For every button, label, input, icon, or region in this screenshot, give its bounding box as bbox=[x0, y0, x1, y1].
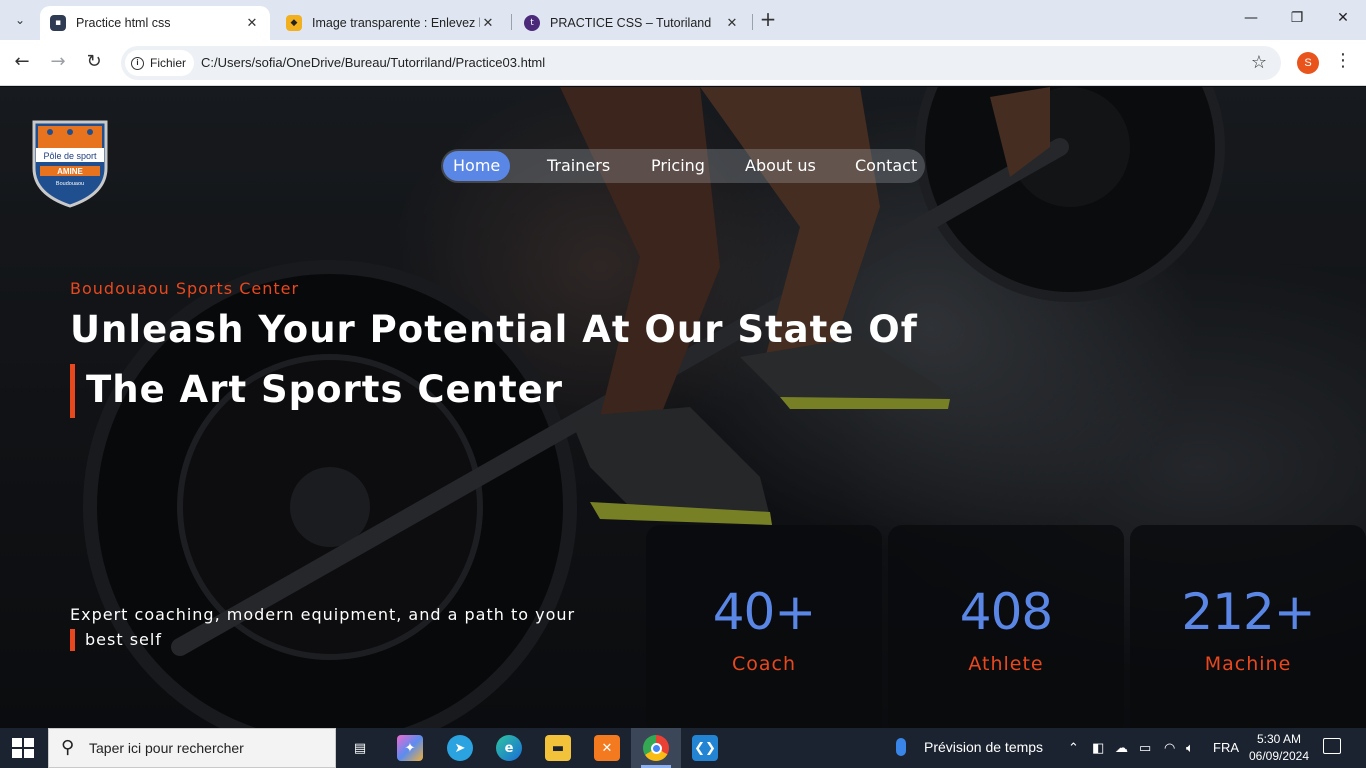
close-tab-icon[interactable]: ✕ bbox=[244, 16, 260, 31]
telegram-icon[interactable]: ➤ bbox=[447, 735, 473, 761]
profile-avatar[interactable]: S bbox=[1297, 52, 1319, 74]
reload-icon[interactable]: ↻ bbox=[83, 52, 105, 74]
vscode-icon[interactable]: ❮❯ bbox=[692, 735, 718, 761]
clock-time: 5:30 AM bbox=[1256, 732, 1302, 746]
minimize-icon[interactable]: — bbox=[1241, 10, 1261, 26]
nav-pricing[interactable]: Pricing bbox=[641, 151, 715, 181]
accent-bar bbox=[70, 364, 75, 418]
tab-search-button[interactable]: ⌄ bbox=[8, 8, 32, 32]
chevron-up-icon[interactable]: ⌃ bbox=[1068, 740, 1079, 756]
info-icon: i bbox=[131, 56, 144, 70]
nav-trainers[interactable]: Trainers bbox=[537, 151, 620, 181]
chrome-icon[interactable] bbox=[643, 735, 669, 761]
weather-widget[interactable]: Prévision de temps bbox=[896, 738, 1043, 756]
hero-title-line2: The Art Sports Center bbox=[86, 368, 564, 411]
pole-de-sport-logo[interactable]: Pôle de sport AMINE Boudouaou bbox=[30, 118, 110, 208]
copilot-icon[interactable]: ✦ bbox=[397, 735, 423, 761]
nav-contact[interactable]: Contact bbox=[845, 151, 927, 181]
taskbar-search-input[interactable]: ⚲ Taper ici pour rechercher bbox=[48, 728, 336, 768]
tab-divider bbox=[752, 14, 753, 30]
logo-line1: Pôle de sport bbox=[43, 151, 97, 161]
nav-home[interactable]: Home bbox=[443, 151, 511, 181]
restore-icon[interactable]: ❐ bbox=[1287, 10, 1307, 26]
site-favicon-icon: ▪ bbox=[50, 15, 66, 31]
address-bar[interactable]: i Fichier C:/Users/sofia/OneDrive/Bureau… bbox=[121, 46, 1281, 80]
stat-card-coach: 40+ Coach bbox=[646, 525, 882, 728]
tab-title: PRACTICE CSS – Tutoriland bbox=[550, 16, 712, 30]
onedrive-cloud-icon[interactable]: ☁ bbox=[1115, 740, 1128, 756]
close-tab-icon[interactable]: ✕ bbox=[480, 16, 496, 31]
url-text[interactable]: C:/Users/sofia/OneDrive/Bureau/Tutorrila… bbox=[201, 55, 545, 70]
hero-eyebrow: Boudouaou Sports Center bbox=[70, 279, 300, 298]
tab-image-transparente[interactable]: ◆ Image transparente : Enlevez le ✕ bbox=[276, 6, 506, 40]
tab-title: Image transparente : Enlevez le bbox=[312, 16, 480, 30]
bookmark-star-icon[interactable]: ☆ bbox=[1251, 52, 1267, 73]
browser-toolbar: ← → ↻ i Fichier C:/Users/sofia/OneDrive/… bbox=[0, 40, 1366, 86]
xampp-icon[interactable]: ✕ bbox=[594, 735, 620, 761]
stat-value: 40+ bbox=[712, 583, 817, 641]
nav-about-us[interactable]: About us bbox=[735, 151, 826, 181]
clock-date: 06/09/2024 bbox=[1248, 749, 1310, 763]
system-clock[interactable]: 5:30 AM 06/09/2024 bbox=[1244, 731, 1314, 765]
notifications-icon[interactable] bbox=[1323, 738, 1341, 754]
thermometer-icon bbox=[896, 738, 906, 756]
hero-title-line1: Unleash Your Potential At Our State Of bbox=[70, 308, 918, 351]
site-info-chip[interactable]: i Fichier bbox=[125, 50, 195, 76]
tab-practice-html-css[interactable]: ▪ Practice html css ✕ bbox=[40, 6, 270, 40]
tutoriland-favicon-icon: t bbox=[524, 15, 540, 31]
accent-bar bbox=[70, 629, 75, 651]
stat-value: 212+ bbox=[1181, 583, 1315, 641]
logo-line3: Boudouaou bbox=[56, 181, 84, 187]
stat-label: Coach bbox=[731, 653, 797, 675]
forward-arrow-icon[interactable]: → bbox=[47, 52, 69, 74]
close-tab-icon[interactable]: ✕ bbox=[724, 16, 740, 31]
weather-label: Prévision de temps bbox=[924, 739, 1044, 755]
search-placeholder: Taper ici pour rechercher bbox=[89, 740, 244, 756]
windows-taskbar: ⚲ Taper ici pour rechercher ▤ ✦ ➤ e ▬ ✕ … bbox=[0, 728, 1366, 768]
browser-tab-strip: ⌄ ▪ Practice html css ✕ ◆ Image transpar… bbox=[0, 0, 1366, 40]
stat-label: Athlete bbox=[968, 653, 1044, 675]
hero-tagline-line2: best self bbox=[85, 630, 162, 649]
battery-icon[interactable]: ▭ bbox=[1139, 740, 1151, 756]
logo-line2: AMINE bbox=[57, 167, 83, 176]
task-view-icon[interactable]: ▤ bbox=[347, 735, 373, 761]
security-chip-label: Fichier bbox=[150, 56, 187, 70]
stat-card-machine: 212+ Machine bbox=[1130, 525, 1366, 728]
hero-section: Pôle de sport AMINE Boudouaou Home Train… bbox=[0, 87, 1366, 728]
language-indicator[interactable]: FRA bbox=[1213, 740, 1239, 755]
more-menu-icon[interactable]: ⋮ bbox=[1334, 50, 1352, 71]
windows-start-icon[interactable] bbox=[12, 738, 34, 758]
tab-practice-css-tutoriland[interactable]: t PRACTICE CSS – Tutoriland ✕ bbox=[514, 6, 750, 40]
tab-divider bbox=[511, 14, 512, 30]
chevron-down-icon: ⌄ bbox=[14, 13, 26, 27]
hero-tagline-line1: Expert coaching, modern equipment, and a… bbox=[70, 605, 576, 624]
volume-icon[interactable]: 🔈︎ bbox=[1186, 740, 1194, 756]
tab-title: Practice html css bbox=[76, 16, 171, 30]
new-tab-button[interactable]: + bbox=[757, 9, 779, 31]
search-icon: ⚲ bbox=[61, 737, 75, 758]
stat-value: 408 bbox=[959, 583, 1053, 641]
remove-bg-favicon-icon: ◆ bbox=[286, 15, 302, 31]
close-window-icon[interactable]: ✕ bbox=[1333, 10, 1353, 26]
back-arrow-icon[interactable]: ← bbox=[11, 52, 33, 74]
main-nav: Home Trainers Pricing About us Contact bbox=[441, 149, 925, 183]
file-explorer-icon[interactable]: ▬ bbox=[545, 735, 571, 761]
edge-icon[interactable]: e bbox=[496, 735, 522, 761]
wifi-icon[interactable]: ◠ bbox=[1164, 740, 1175, 756]
stat-card-athlete: 408 Athlete bbox=[888, 525, 1124, 728]
stat-label: Machine bbox=[1204, 653, 1292, 675]
meet-now-icon[interactable]: ◧ bbox=[1092, 740, 1104, 756]
